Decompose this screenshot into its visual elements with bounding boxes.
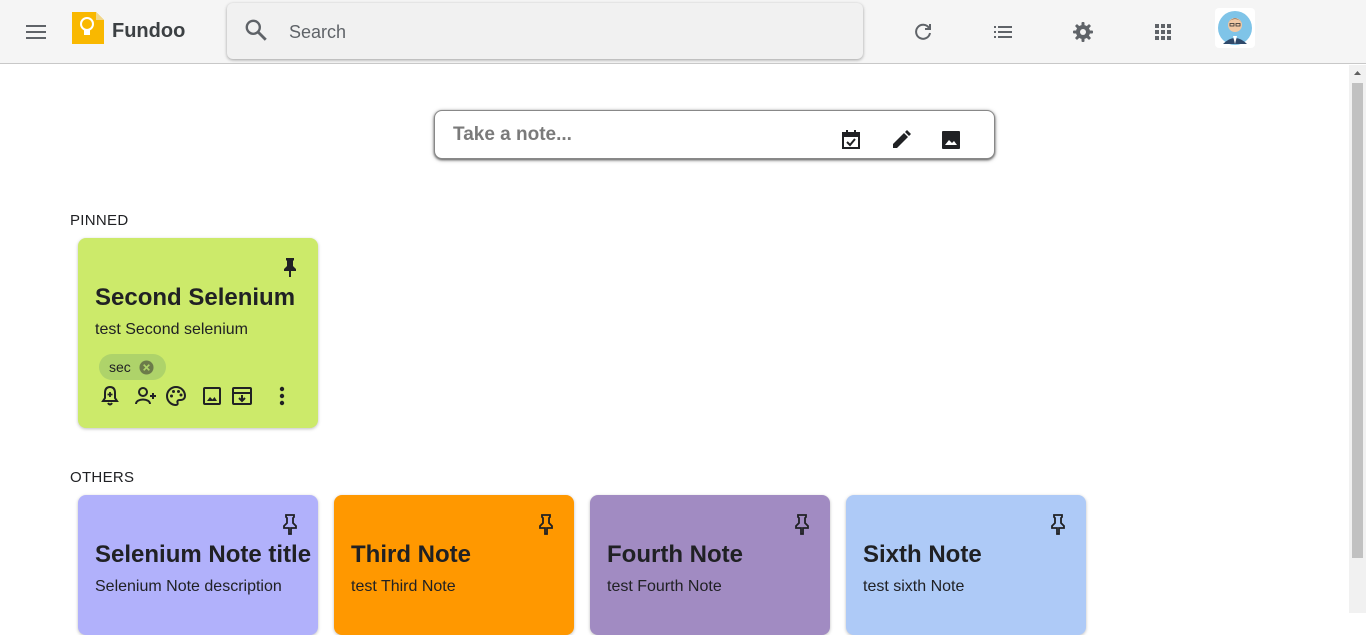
- note-title: Fourth Note: [607, 541, 743, 568]
- take-note-input[interactable]: [451, 121, 815, 149]
- list-view-icon[interactable]: [991, 20, 1015, 44]
- note-body: Selenium Note description: [95, 578, 282, 595]
- note-title: Sixth Note: [863, 541, 982, 568]
- scroll-up-arrow-icon[interactable]: [1349, 65, 1366, 82]
- pin-outline-icon[interactable]: [534, 512, 558, 536]
- note-card[interactable]: Fourth Note test Fourth Note: [590, 495, 830, 635]
- label-chip-text: sec: [109, 359, 131, 375]
- search-bar: [227, 3, 863, 59]
- note-title: Third Note: [351, 541, 471, 568]
- archive-icon[interactable]: [230, 384, 254, 408]
- scroll-thumb[interactable]: [1352, 83, 1363, 558]
- label-chip[interactable]: sec: [99, 354, 166, 380]
- pin-outline-icon[interactable]: [790, 512, 814, 536]
- image-icon[interactable]: [200, 384, 224, 408]
- reminder-bell-icon[interactable]: [98, 384, 122, 408]
- bulb-logo: [72, 12, 104, 44]
- note-card[interactable]: Selenium Note title Selenium Note descri…: [78, 495, 318, 635]
- others-section-label: OTHERS: [70, 469, 135, 486]
- note-body: test sixth Note: [863, 578, 965, 595]
- note-card[interactable]: Sixth Note test sixth Note: [846, 495, 1086, 635]
- pin-outline-icon[interactable]: [278, 512, 302, 536]
- gear-icon[interactable]: [1071, 20, 1095, 44]
- collaborator-icon[interactable]: [134, 384, 158, 408]
- pin-outline-icon[interactable]: [1046, 512, 1070, 536]
- palette-icon[interactable]: [164, 384, 188, 408]
- pencil-icon[interactable]: [889, 128, 913, 152]
- note-card[interactable]: Third Note test Third Note: [334, 495, 574, 635]
- pin-icon[interactable]: [278, 255, 302, 279]
- remove-label-icon[interactable]: [139, 359, 154, 375]
- more-vert-icon[interactable]: [270, 384, 294, 408]
- note-body: test Second selenium: [95, 321, 248, 338]
- vertical-scrollbar[interactable]: [1349, 65, 1366, 613]
- app-title: Fundoo: [112, 20, 186, 42]
- note-body: test Third Note: [351, 578, 456, 595]
- image-icon[interactable]: [939, 128, 963, 152]
- search-input[interactable]: [287, 17, 831, 47]
- checkbox-icon[interactable]: [839, 128, 863, 152]
- note-card[interactable]: Second Selenium test Second selenium sec: [78, 238, 318, 428]
- menu-icon[interactable]: [20, 18, 52, 46]
- search-icon[interactable]: [243, 17, 269, 48]
- top-app-bar: Fundoo: [0, 0, 1366, 64]
- note-body: test Fourth Note: [607, 578, 722, 595]
- pinned-section-label: PINNED: [70, 212, 129, 229]
- refresh-icon[interactable]: [911, 20, 935, 44]
- note-title: Second Selenium: [95, 284, 296, 311]
- note-title: Selenium Note title: [95, 541, 312, 568]
- take-note-box[interactable]: [434, 110, 995, 159]
- avatar[interactable]: [1215, 8, 1255, 48]
- apps-grid-icon[interactable]: [1151, 20, 1175, 44]
